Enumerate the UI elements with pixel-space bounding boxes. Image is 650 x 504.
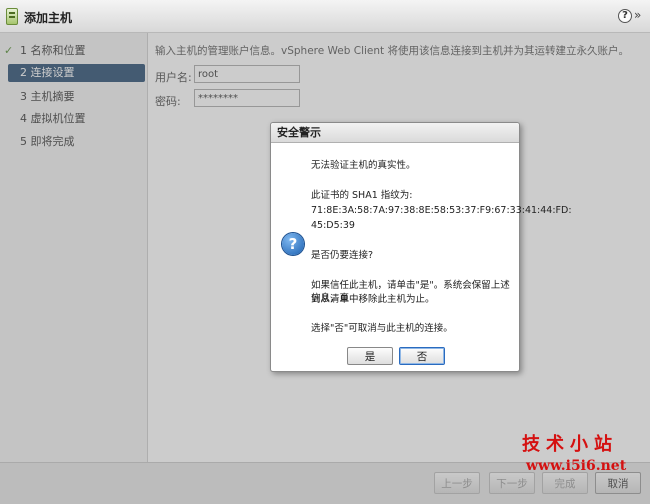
dialog-message-fingerprint-label: 此证书的 SHA1 指纹为:	[311, 190, 413, 201]
yes-button[interactable]: 是	[347, 347, 393, 365]
dialog-trust-line2: 到从清单中移除此主机为止。	[311, 294, 435, 305]
dialog-question: 是否仍要连接?	[311, 250, 374, 261]
help-icon[interactable]: ?	[618, 9, 632, 23]
expand-icon[interactable]: »	[634, 8, 641, 22]
window-titlebar: 添加主机 ? »	[0, 0, 650, 33]
question-icon: ?	[282, 233, 304, 255]
dialog-fingerprint-line2: 45:D5:39	[311, 220, 355, 231]
host-icon	[6, 8, 18, 25]
dialog-fingerprint-line1: 71:8E:3A:58:7A:97:38:8E:58:53:37:F9:67:3…	[311, 205, 572, 216]
dialog-cancel-note: 选择"否"可取消与此主机的连接。	[311, 323, 453, 334]
dialog-message-unverified: 无法验证主机的真实性。	[311, 160, 416, 171]
security-warning-dialog: 安全警示 ? 无法验证主机的真实性。 此证书的 SHA1 指纹为: 71:8E:…	[270, 122, 572, 372]
watermark-text: 技术小站	[522, 434, 618, 455]
watermark-url: www.i5i6.net	[526, 458, 627, 474]
window-title: 添加主机	[24, 11, 73, 25]
watermark: 技术小站 www.i5i6.net	[522, 430, 626, 474]
dialog-title: 安全警示	[271, 123, 519, 143]
no-button[interactable]: 否	[399, 347, 445, 365]
